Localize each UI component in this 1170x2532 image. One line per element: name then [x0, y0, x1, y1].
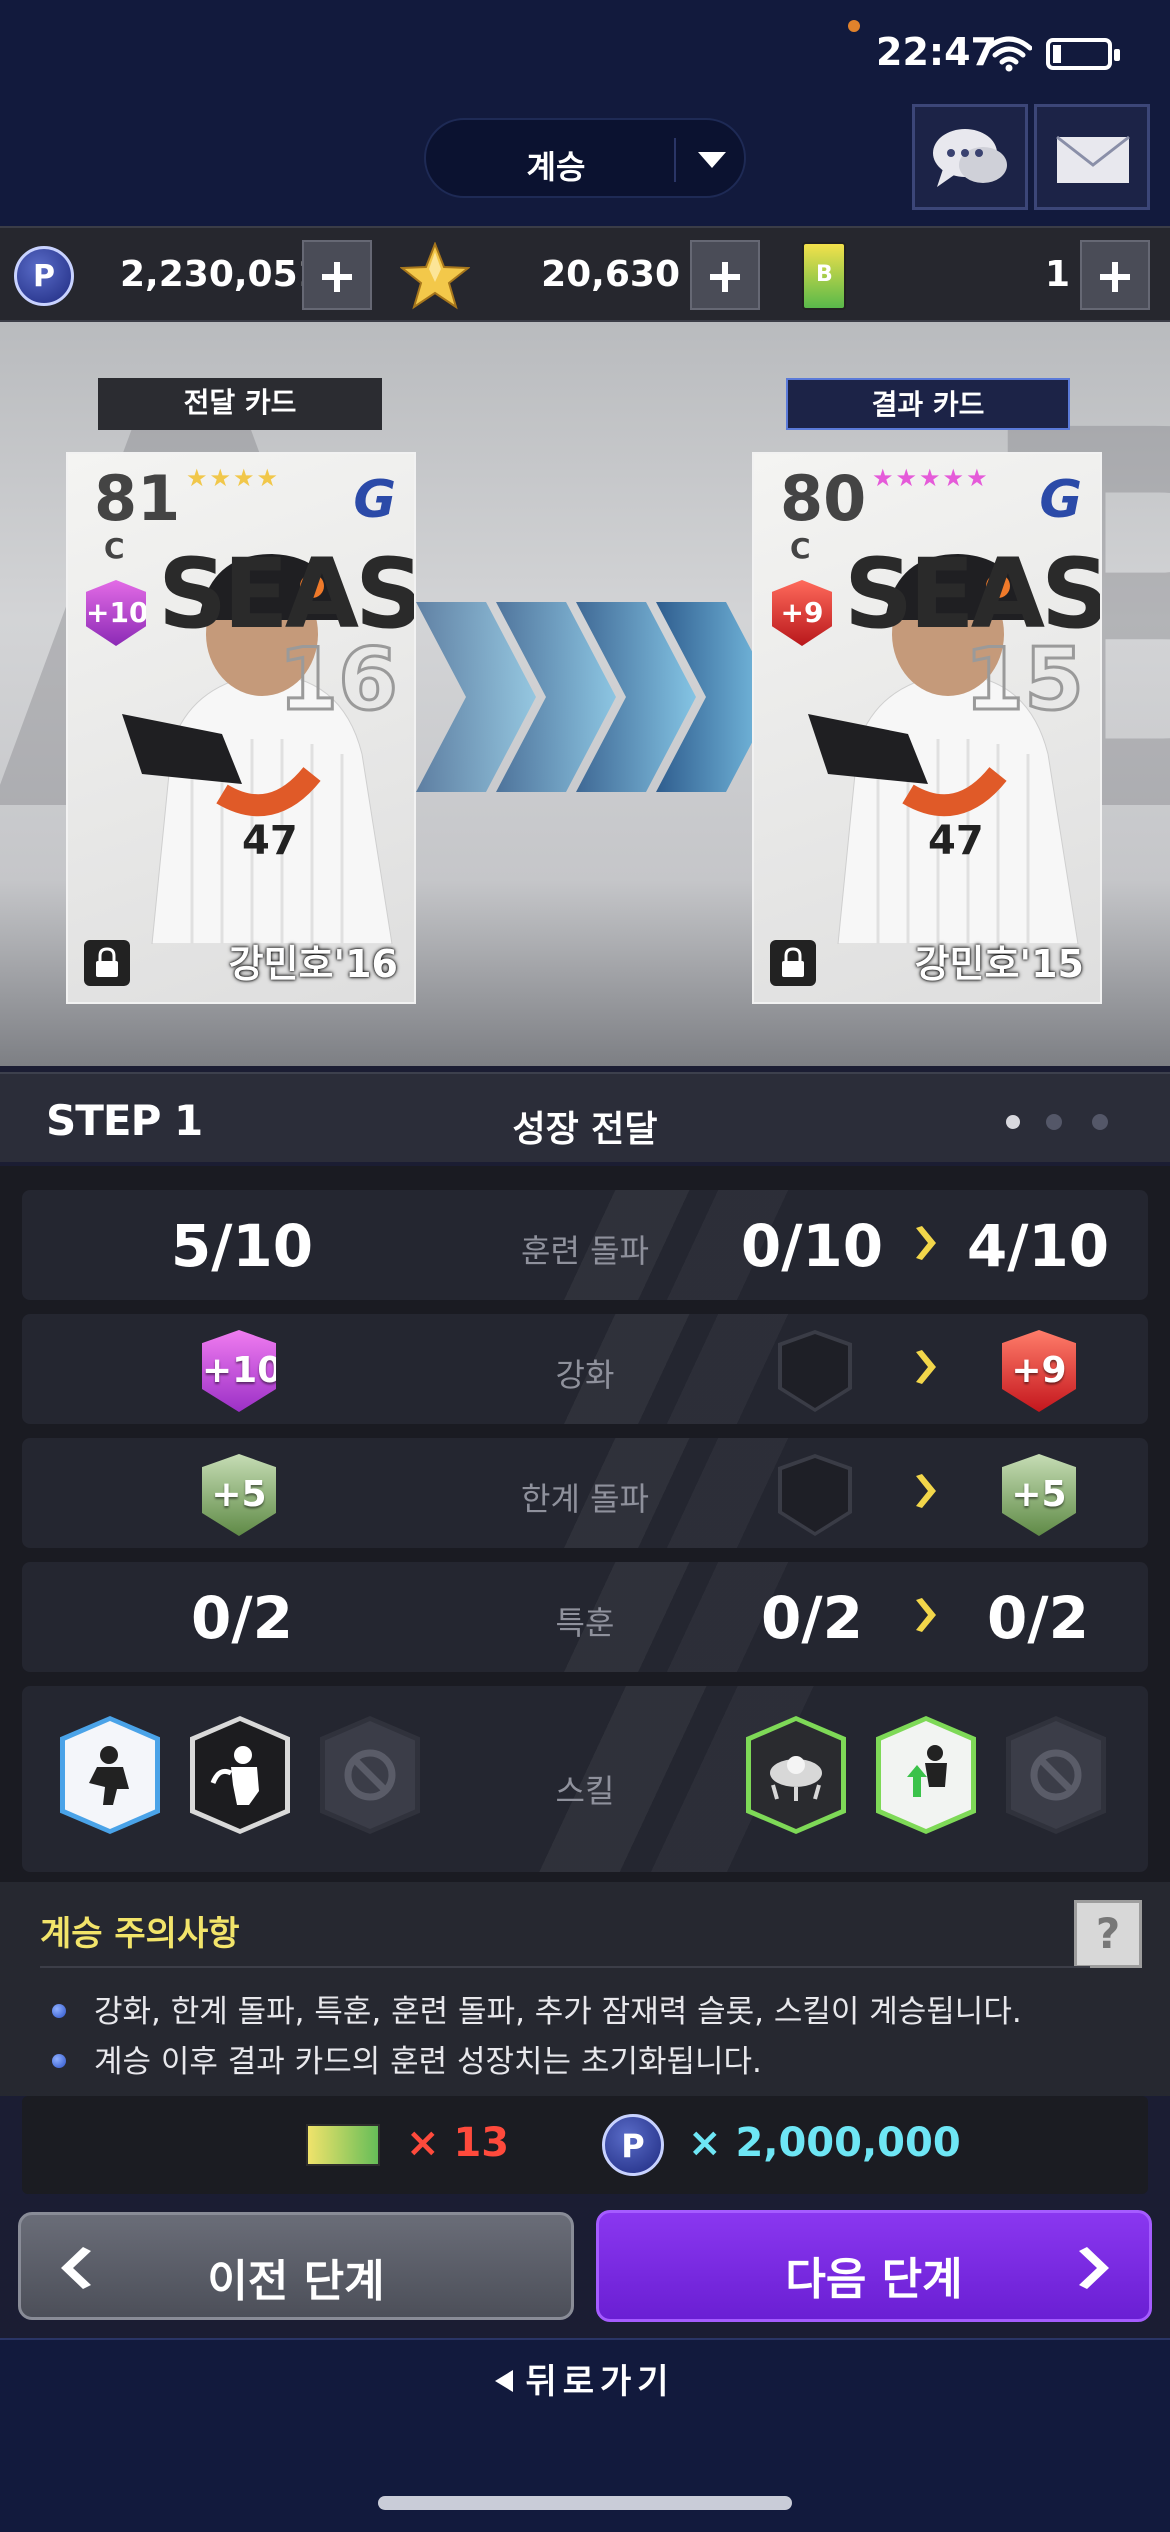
power-up-skill-icon [907, 1745, 947, 1797]
step-dot [1092, 1114, 1108, 1130]
add-points-button[interactable] [302, 240, 372, 310]
card-year: 16 [277, 629, 400, 732]
jersey-number: 47 [242, 818, 298, 864]
stars-value: 20,630 [541, 254, 680, 295]
arrow-right-icon [916, 1598, 936, 1632]
team-logo: G [353, 470, 396, 530]
skill-slot-result-2[interactable] [876, 1716, 976, 1834]
jersey-number: 47 [928, 818, 984, 864]
next-step-button[interactable]: 다음 단계 [596, 2210, 1152, 2322]
enhance-label: 강화 [555, 1356, 615, 1394]
star-icon [400, 242, 470, 310]
prev-step-label: 이전 단계 [207, 2256, 385, 2307]
training-row: 5/10 훈련 돌파 0/10 4/10 [22, 1190, 1148, 1300]
notes-panel: 계승 주의사항 ? 강화, 한계 돌파, 특훈, 훈련 돌파, 추가 잠재력 슬… [0, 1882, 1170, 2096]
ticket-icon [306, 2124, 380, 2166]
chevron-down-icon [698, 152, 726, 168]
add-tickets-button[interactable] [1080, 240, 1150, 310]
step-dot [1046, 1114, 1062, 1130]
chat-button[interactable] [912, 104, 1028, 210]
card-year: 15 [963, 629, 1086, 732]
card-player-name: 강민호'16 [228, 942, 398, 986]
limit-row: +5 한계 돌파 +5 [22, 1438, 1148, 1548]
ticket-cost: × 13 [406, 2120, 510, 2166]
add-stars-button[interactable] [690, 240, 760, 310]
chat-bubble-icon [933, 129, 1007, 187]
arrow-right-icon [916, 1350, 936, 1384]
points-cost: × 2,000,000 [688, 2120, 961, 2166]
card-stars: ★★★★ [186, 464, 281, 492]
note-item: 강화, 한계 돌파, 특훈, 훈련 돌파, 추가 잠재력 슬롯, 스킬이 계승됩… [52, 1986, 1022, 2031]
currency-bar: P 2,230,051 20,630 1 [0, 226, 1170, 322]
step-title: 성장 전달 [512, 1109, 658, 1150]
step-dot [1006, 1115, 1020, 1129]
point-coin-icon: P [14, 246, 74, 306]
back-label: 뒤로가기 [525, 2362, 675, 2402]
card-ovr: 81 [94, 462, 181, 535]
status-time: 22:47 [876, 30, 997, 74]
enhance-after-badge: +9 [1002, 1330, 1076, 1412]
skill-row: 스킬 [22, 1686, 1148, 1872]
result-card[interactable]: 47 80 C ★★★★★ G SEASON 15 +9 강민호'15 [752, 452, 1102, 1004]
special-before: 0/2 [761, 1584, 863, 1652]
base-skill-icon [770, 1756, 822, 1801]
lock-icon [96, 947, 118, 977]
lock-button[interactable] [84, 940, 130, 986]
tickets-value: 1 [1044, 254, 1070, 295]
enhance-row: +10 강화 +9 [22, 1314, 1148, 1424]
mail-button[interactable] [1034, 104, 1150, 210]
mail-icon [1056, 135, 1130, 183]
special-after: 0/2 [987, 1584, 1089, 1652]
special-row: 0/2 특훈 0/2 0/2 [22, 1562, 1148, 1672]
arrow-right-icon [916, 1226, 936, 1260]
top-header: 계승 [0, 100, 1170, 226]
transfer-arrows-icon [416, 602, 776, 792]
footer: 뒤로가기 [0, 2338, 1170, 2532]
card-position: C [790, 532, 811, 565]
points-value: 2,230,051 [120, 254, 323, 295]
step-header: STEP 1 성장 전달 [0, 1072, 1170, 1162]
stat-panel: 5/10 훈련 돌파 0/10 4/10 +10 강화 +9 +5 한계 돌파 … [0, 1166, 1170, 1882]
training-before: 0/10 [740, 1212, 884, 1280]
help-button[interactable]: ? [1074, 1900, 1142, 1968]
home-indicator[interactable] [378, 2496, 792, 2510]
skill-slot-empty [1006, 1716, 1106, 1834]
empty-slot-icon [1030, 1749, 1082, 1801]
mode-dropdown[interactable]: 계승 [424, 118, 746, 198]
card-stars: ★★★★★ [872, 464, 990, 492]
source-card[interactable]: 47 81 C ★★★★ G SEASON 16 +10 강민호'16 [66, 452, 416, 1004]
card-ovr: 80 [780, 462, 867, 535]
chevron-right-icon [1079, 2247, 1109, 2289]
mode-label: 계승 [526, 148, 586, 186]
status-bar: 22:47 [0, 0, 1170, 100]
back-arrow-icon [495, 2369, 514, 2392]
limit-after-badge: +5 [1002, 1454, 1076, 1536]
training-after: 4/10 [966, 1212, 1110, 1280]
prev-step-button[interactable]: 이전 단계 [18, 2212, 574, 2320]
ticket-icon [802, 242, 846, 310]
notification-dot [848, 20, 860, 32]
notes-title: 계승 주의사항 [40, 1914, 240, 1954]
lock-button[interactable] [770, 940, 816, 986]
note-item: 계승 이후 결과 카드의 훈련 성장치는 초기화됩니다. [52, 2036, 762, 2081]
card-position: C [104, 532, 125, 565]
wifi-icon [986, 36, 1032, 72]
card-area: A B 전달 카드 결과 카드 47 81 C ★★★★ G SEASON 16… [0, 322, 1170, 1066]
lock-icon [782, 947, 804, 977]
back-link[interactable]: 뒤로가기 [0, 2354, 1170, 2403]
limit-label: 한계 돌파 [521, 1480, 649, 1518]
result-card-tag: 결과 카드 [786, 378, 1070, 430]
arrow-right-icon [916, 1474, 936, 1508]
cost-bar: × 13 P × 2,000,000 [22, 2096, 1148, 2194]
skill-label: 스킬 [555, 1772, 615, 1810]
next-step-label: 다음 단계 [785, 2254, 963, 2305]
source-card-tag: 전달 카드 [98, 378, 382, 430]
battery-icon [1046, 38, 1120, 70]
point-coin-icon: P [602, 2114, 664, 2176]
skill-slot-result-1[interactable] [746, 1716, 846, 1834]
card-player-name: 강민호'15 [914, 942, 1084, 986]
team-logo: G [1039, 470, 1082, 530]
